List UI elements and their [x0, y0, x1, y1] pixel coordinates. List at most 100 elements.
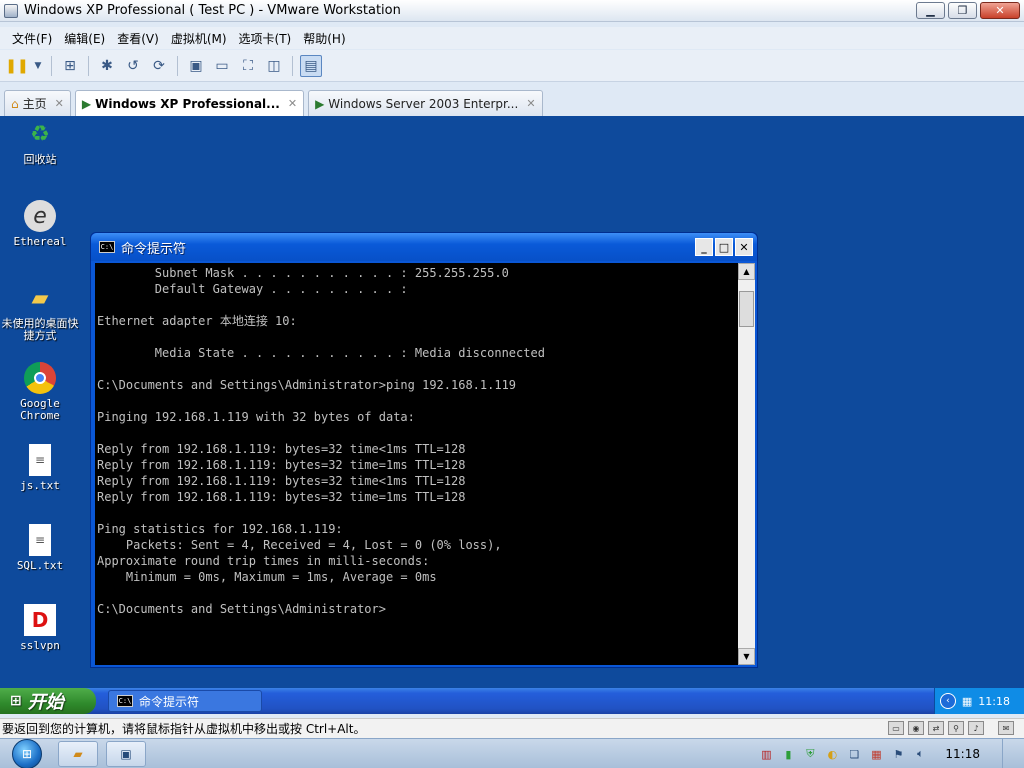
- close-tab-icon[interactable]: ✕: [526, 97, 535, 110]
- tab-label: Windows XP Professional...: [95, 96, 280, 111]
- toolbar-separator: [177, 55, 178, 76]
- scroll-down-arrow-icon[interactable]: ▼: [738, 648, 755, 665]
- cmd-window[interactable]: C:\ 命令提示符 _ □ ✕ Subnet Mask . . . . . . …: [90, 232, 758, 668]
- antivirus-tray-icon[interactable]: ◐: [825, 747, 839, 761]
- cmd-window-controls: _ □ ✕: [695, 238, 753, 256]
- desktop-icon-sql-txt[interactable]: ≡ SQL.txt: [0, 524, 80, 572]
- cmd-scrollbar[interactable]: ▲ ▼: [738, 263, 755, 665]
- minimize-button[interactable]: ▁: [916, 2, 945, 19]
- usb-icon[interactable]: ⚲: [948, 721, 964, 735]
- windows-start-orb-icon[interactable]: ⊞: [12, 738, 42, 768]
- cd-rom-icon[interactable]: ◉: [908, 721, 924, 735]
- library-icon[interactable]: ▤: [300, 54, 322, 77]
- cmd-close-button[interactable]: ✕: [735, 238, 753, 256]
- taskbar-vmware-icon[interactable]: ▣: [106, 740, 146, 767]
- sound-card-icon[interactable]: ♪: [968, 721, 984, 735]
- desktop-icon-js-txt[interactable]: ≡ js.txt: [0, 444, 80, 492]
- network-adapter-icon[interactable]: ⇄: [928, 721, 944, 735]
- home-icon: ⌂: [11, 96, 19, 111]
- desktop-icon-chrome[interactable]: Google Chrome: [0, 362, 80, 422]
- cmd-console-output[interactable]: Subnet Mask . . . . . . . . . . . : 255.…: [97, 265, 735, 663]
- console-line: Reply from 192.168.1.119: bytes=32 time=…: [97, 458, 466, 472]
- unity-icon[interactable]: ◫: [263, 55, 285, 77]
- cmd-titlebar[interactable]: C:\ 命令提示符 _ □ ✕: [91, 233, 757, 261]
- toolbar-separator: [88, 55, 89, 76]
- desktop-icon-label: 未使用的桌面快捷方式: [1, 317, 79, 342]
- toolbar: ❚❚ ▼ ⊞ ✱ ↺ ⟳ ▣ ▭ ⛶ ◫ ▤: [0, 50, 1024, 82]
- menu-edit[interactable]: 编辑(E): [58, 30, 111, 47]
- menu-vm[interactable]: 虚拟机(M): [165, 30, 233, 47]
- folder-icon: ▰: [31, 285, 49, 311]
- dropdown-icon[interactable]: ▼: [32, 55, 44, 77]
- tab-windows-xp[interactable]: ▶ Windows XP Professional... ✕: [74, 90, 305, 116]
- maximize-button[interactable]: ❐: [948, 2, 977, 19]
- taskbar-explorer-icon[interactable]: ▰: [58, 740, 98, 767]
- flag-tray-icon[interactable]: ⚑: [891, 747, 905, 761]
- network-tray-icon[interactable]: ▦: [962, 695, 972, 708]
- cmd-minimize-button[interactable]: _: [695, 238, 713, 256]
- fullscreen-icon[interactable]: ⛶: [237, 55, 259, 77]
- console-line: Subnet Mask . . . . . . . . . . . : 255.…: [97, 266, 509, 280]
- pause-icon[interactable]: ❚❚: [5, 55, 28, 77]
- window-controls: ▁ ❐ ✕: [916, 2, 1020, 19]
- show-desktop-button[interactable]: [1002, 739, 1014, 768]
- console-line: C:\Documents and Settings\Administrator>: [97, 602, 386, 616]
- vmware-titlebar: Windows XP Professional ( Test PC ) - VM…: [0, 0, 1024, 22]
- clipboard-tray-icon[interactable]: ❏: [847, 747, 861, 761]
- toolbar-separator: [51, 55, 52, 76]
- desktop-icon-ethereal[interactable]: e Ethereal: [0, 200, 80, 248]
- network-error-tray-icon[interactable]: ▦: [869, 747, 883, 761]
- shield-tray-icon[interactable]: ⛨: [803, 747, 817, 761]
- text-file-icon: ≡: [29, 444, 51, 476]
- menu-file[interactable]: 文件(F): [6, 30, 58, 47]
- menu-bar: 文件(F) 编辑(E) 查看(V) 虚拟机(M) 选项卡(T) 帮助(H): [0, 27, 1024, 49]
- menu-view[interactable]: 查看(V): [111, 30, 165, 47]
- scroll-thumb[interactable]: [739, 291, 754, 327]
- scroll-up-arrow-icon[interactable]: ▲: [738, 263, 755, 280]
- security-tray-icon[interactable]: ▥: [759, 747, 773, 761]
- snapshot-manager-icon[interactable]: ⟳: [148, 55, 170, 77]
- desktop-icon-label: 回收站: [23, 153, 57, 166]
- show-hidden-icons-icon[interactable]: ‹: [939, 693, 956, 709]
- close-button[interactable]: ✕: [980, 2, 1020, 19]
- menu-help[interactable]: 帮助(H): [297, 30, 351, 47]
- vmware-app-icon: [4, 3, 18, 18]
- tab-windows-server-2003[interactable]: ▶ Windows Server 2003 Enterpr... ✕: [308, 90, 543, 116]
- battery-tray-icon[interactable]: ▮: [781, 747, 795, 761]
- desktop-icon-shortcut-folder[interactable]: ▰ 未使用的桌面快捷方式: [0, 282, 80, 342]
- host-system-tray: ▥ ▮ ⛨ ◐ ❏ ▦ ⚑ 🔈︎ 11:18: [759, 739, 1024, 768]
- revert-icon[interactable]: ↺: [122, 55, 144, 77]
- hard-disk-icon[interactable]: ▭: [888, 721, 904, 735]
- cmd-icon: C:\: [99, 241, 115, 253]
- cmd-body: Subnet Mask . . . . . . . . . . . : 255.…: [95, 263, 755, 665]
- device-icons: ▭ ◉ ⇄ ⚲ ♪ ✉: [888, 721, 1014, 735]
- cmd-maximize-button[interactable]: □: [715, 238, 733, 256]
- tab-label: Windows Server 2003 Enterpr...: [328, 96, 519, 111]
- start-button[interactable]: ⊞ 开始: [0, 688, 96, 714]
- network-icon[interactable]: ⊞: [59, 55, 81, 77]
- console-line: Packets: Sent = 4, Received = 4, Lost = …: [97, 538, 502, 552]
- tab-home[interactable]: ⌂ 主页 ✕: [4, 90, 71, 116]
- host-taskbar: ⊞ ▰ ▣ ▥ ▮ ⛨ ◐ ❏ ▦ ⚑ 🔈︎ 11:18: [0, 738, 1024, 768]
- close-tab-icon[interactable]: ✕: [55, 97, 64, 110]
- console-view-icon[interactable]: ▣: [185, 55, 207, 77]
- start-label: 开始: [27, 692, 64, 713]
- windows-flag-icon: ⊞: [10, 693, 22, 709]
- text-file-icon: ≡: [29, 524, 51, 556]
- volume-tray-icon[interactable]: 🔈︎: [913, 747, 927, 761]
- snapshot-icon[interactable]: ✱: [96, 55, 118, 77]
- host-clock[interactable]: 11:18: [945, 747, 980, 761]
- taskbar-item-cmd[interactable]: C:\ 命令提示符: [108, 690, 262, 712]
- guest-clock: 11:18: [978, 694, 1010, 708]
- menu-tabs[interactable]: 选项卡(T): [233, 30, 298, 47]
- desktop-icon-sslvpn[interactable]: D sslvpn: [0, 604, 80, 652]
- desktop-icon-recycle-bin[interactable]: ♻ 回收站: [0, 118, 80, 166]
- quick-switch-icon[interactable]: ▭: [211, 55, 233, 77]
- tab-label: 主页: [22, 97, 47, 111]
- message-icon[interactable]: ✉: [998, 721, 1014, 735]
- desktop-icon-label: Google Chrome: [20, 397, 60, 422]
- close-tab-icon[interactable]: ✕: [288, 97, 297, 110]
- sslvpn-icon: D: [24, 604, 56, 636]
